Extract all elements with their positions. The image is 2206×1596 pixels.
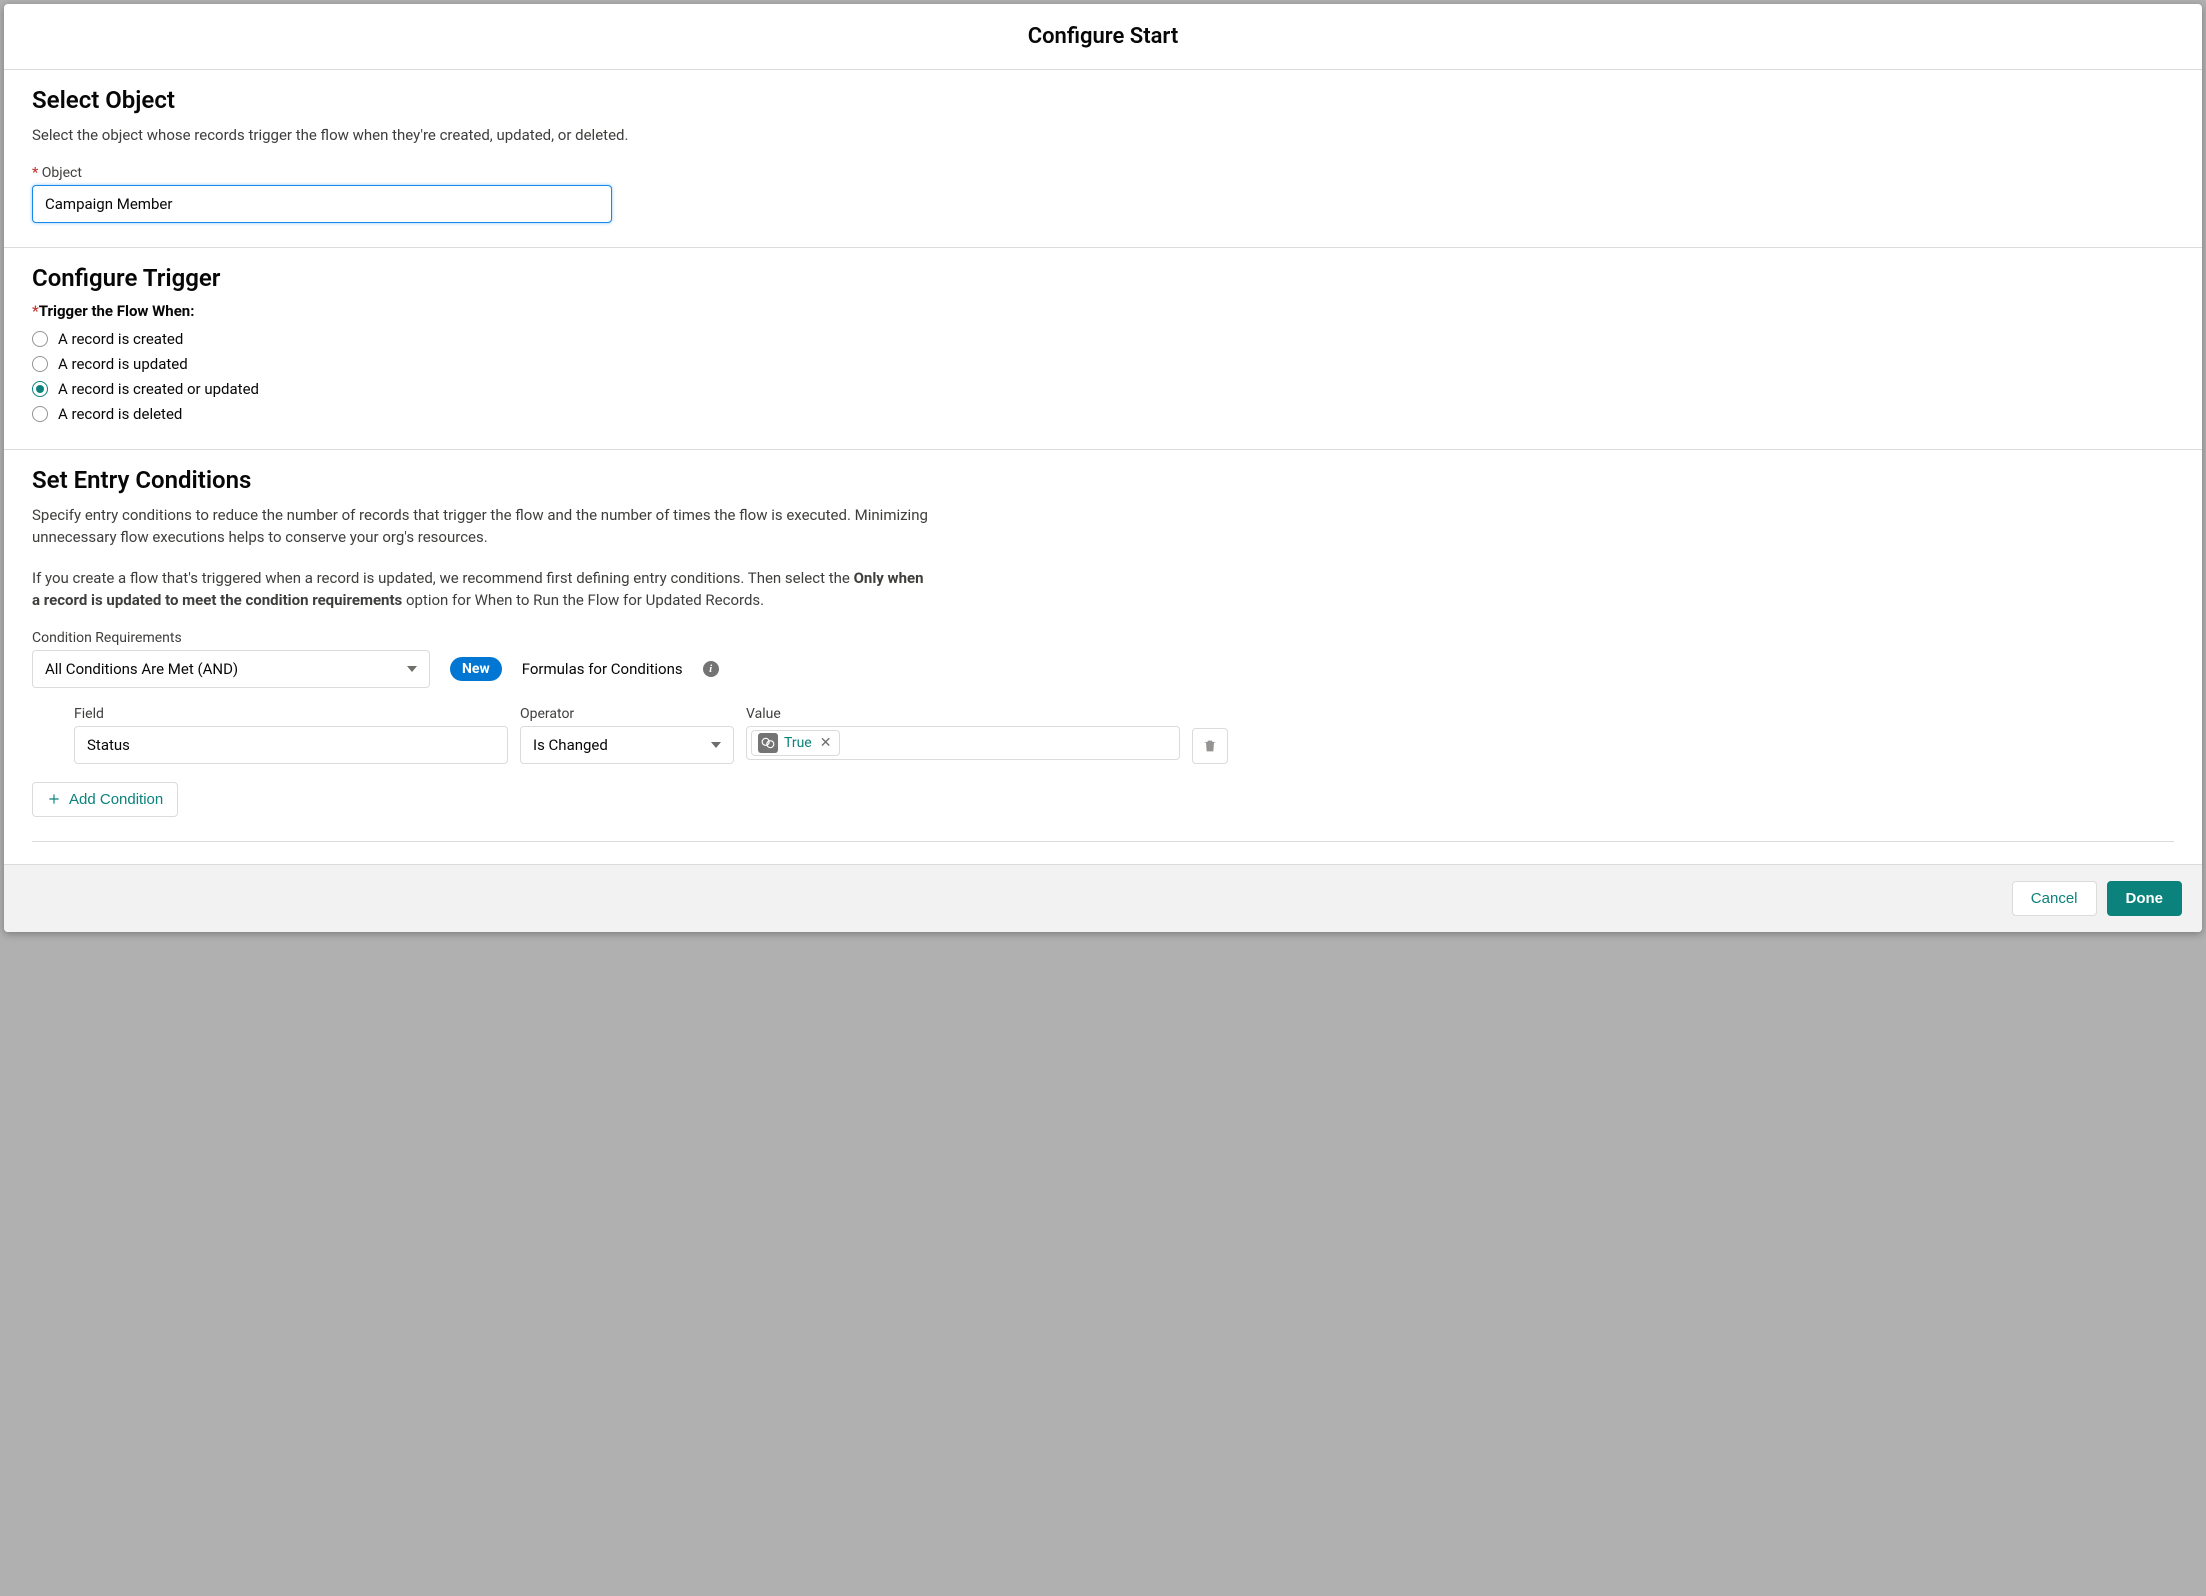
condition-requirements-row: All Conditions Are Met (AND) New Formula… [32,650,2174,688]
entry-conditions-desc1: Specify entry conditions to reduce the n… [32,504,932,549]
radio-record-deleted[interactable]: A record is deleted [32,403,2174,425]
entry-conditions-title: Set Entry Conditions [32,466,2174,494]
value-pill: True ✕ [751,730,840,756]
section-entry-conditions: Set Entry Conditions Specify entry condi… [4,449,2202,865]
configure-start-modal: Configure Start Select Object Select the… [4,4,2202,932]
chevron-down-icon [407,666,417,672]
select-object-title: Select Object [32,86,2174,114]
radio-icon [32,331,48,347]
modal-footer: Cancel Done [4,864,2202,932]
formulas-for-conditions-text: Formulas for Conditions [522,660,683,678]
done-button[interactable]: Done [2107,881,2183,916]
select-object-desc: Select the object whose records trigger … [32,124,932,147]
plus-icon [47,792,61,806]
entry-conditions-desc2: If you create a flow that's triggered wh… [32,567,932,612]
condition-value-input[interactable]: True ✕ [746,726,1180,760]
operator-column-label: Operator [520,706,734,722]
condition-requirements-label: Condition Requirements [32,630,2174,646]
condition-operator-select[interactable]: Is Changed [520,726,734,764]
radio-record-updated[interactable]: A record is updated [32,353,2174,375]
chevron-down-icon [711,742,721,748]
radio-icon [32,381,48,397]
add-condition-button[interactable]: Add Condition [32,782,178,817]
trigger-radio-group: A record is created A record is updated … [32,328,2174,425]
condition-field-input[interactable]: Status [74,726,508,764]
condition-value-col: Value True ✕ [746,706,1180,764]
radio-icon [32,356,48,372]
object-combobox[interactable]: Campaign Member [32,185,612,223]
condition-field-col: Field Status [74,706,508,764]
cancel-button[interactable]: Cancel [2012,881,2097,916]
radio-icon [32,406,48,422]
section-select-object: Select Object Select the object whose re… [4,70,2202,247]
condition-row: Field Status Operator Is Changed Value [32,706,2174,764]
global-constant-icon [758,733,778,753]
info-icon[interactable]: i [703,661,719,677]
new-badge: New [450,657,502,681]
delete-condition-button[interactable] [1192,728,1228,764]
remove-value-icon[interactable]: ✕ [818,735,834,751]
modal-header: Configure Start [4,4,2202,70]
configure-trigger-title: Configure Trigger [32,264,2174,292]
radio-record-created-or-updated[interactable]: A record is created or updated [32,378,2174,400]
trigger-when-label: *Trigger the Flow When: [32,302,2174,320]
condition-operator-col: Operator Is Changed [520,706,734,764]
section-configure-trigger: Configure Trigger *Trigger the Flow When… [4,247,2202,449]
radio-record-created[interactable]: A record is created [32,328,2174,350]
object-label: * Object [32,165,2174,181]
modal-body[interactable]: Select Object Select the object whose re… [4,70,2202,864]
condition-requirements-select[interactable]: All Conditions Are Met (AND) [32,650,430,688]
field-column-label: Field [74,706,508,722]
modal-title: Configure Start [24,24,2182,49]
value-column-label: Value [746,706,1180,722]
trash-icon [1202,738,1218,754]
